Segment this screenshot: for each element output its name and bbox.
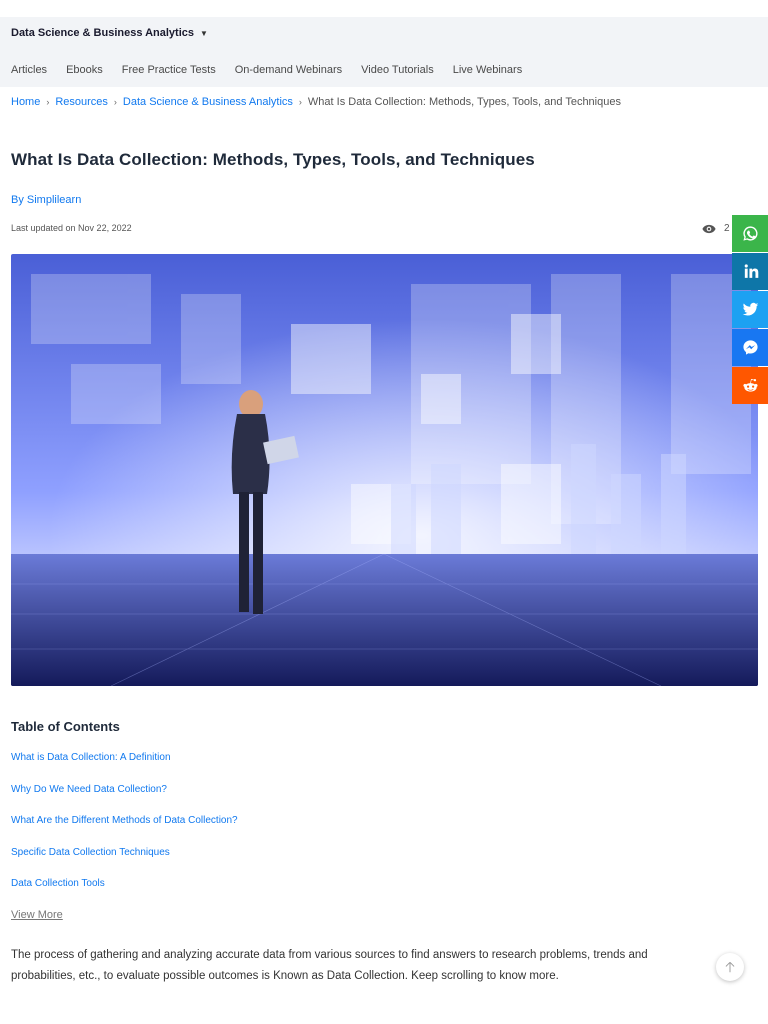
- last-updated: Last updated on Nov 22, 2022: [11, 223, 132, 233]
- breadcrumb-home[interactable]: Home: [11, 96, 40, 108]
- share-reddit-button[interactable]: [732, 367, 768, 404]
- chevron-right-icon: ›: [113, 97, 117, 107]
- share-bar: [732, 215, 768, 404]
- subnav-free-practice-tests[interactable]: Free Practice Tests: [122, 64, 216, 76]
- share-messenger-button[interactable]: [732, 329, 768, 366]
- category-bar: Data Science & Business Analytics ▼ Arti…: [0, 17, 768, 87]
- view-more-link[interactable]: View More: [11, 909, 63, 921]
- arrow-up-icon: [725, 962, 735, 973]
- breadcrumb-category[interactable]: Data Science & Business Analytics: [123, 96, 293, 108]
- view-count-value: 2: [724, 223, 730, 234]
- subnav-video-tutorials[interactable]: Video Tutorials: [361, 64, 434, 76]
- toc-list: What is Data Collection: A Definition Wh…: [11, 752, 238, 910]
- chevron-right-icon: ›: [298, 97, 302, 107]
- hero-image: [11, 254, 758, 686]
- breadcrumb-resources[interactable]: Resources: [55, 96, 108, 108]
- sub-navigation: Articles Ebooks Free Practice Tests On-d…: [11, 64, 541, 76]
- breadcrumb: Home › Resources › Data Science & Busine…: [11, 96, 621, 108]
- category-dropdown[interactable]: Data Science & Business Analytics ▼: [11, 27, 208, 39]
- eye-icon: [702, 224, 716, 233]
- subnav-on-demand-webinars[interactable]: On-demand Webinars: [235, 64, 342, 76]
- toc-item[interactable]: Data Collection Tools: [11, 878, 238, 910]
- page-title: What Is Data Collection: Methods, Types,…: [11, 150, 535, 169]
- whatsapp-icon: [742, 226, 758, 241]
- scroll-to-top-button[interactable]: [716, 953, 744, 981]
- intro-paragraph: The process of gathering and analyzing a…: [11, 949, 648, 982]
- toc-item[interactable]: Specific Data Collection Techniques: [11, 847, 238, 879]
- share-whatsapp-button[interactable]: [732, 215, 768, 252]
- messenger-icon: [742, 340, 758, 355]
- reddit-icon: [742, 379, 758, 392]
- toc-title: Table of Contents: [11, 719, 120, 734]
- share-twitter-button[interactable]: [732, 291, 768, 328]
- toc-item[interactable]: What Are the Different Methods of Data C…: [11, 815, 238, 847]
- author-link[interactable]: Simplilearn: [27, 194, 81, 206]
- share-linkedin-button[interactable]: [732, 253, 768, 290]
- caret-down-icon: ▼: [200, 28, 208, 38]
- subnav-ebooks[interactable]: Ebooks: [66, 64, 103, 76]
- byline-prefix: By: [11, 194, 24, 206]
- view-count: 2: [702, 223, 730, 234]
- toc-item[interactable]: Why Do We Need Data Collection?: [11, 784, 238, 816]
- toc-item[interactable]: What is Data Collection: A Definition: [11, 752, 238, 784]
- subnav-articles[interactable]: Articles: [11, 64, 47, 76]
- subnav-live-webinars[interactable]: Live Webinars: [453, 64, 523, 76]
- category-title: Data Science & Business Analytics: [11, 27, 195, 39]
- byline: By Simplilearn: [11, 194, 81, 206]
- chevron-right-icon: ›: [46, 97, 50, 107]
- breadcrumb-current: What Is Data Collection: Methods, Types,…: [307, 96, 621, 108]
- linkedin-icon: [744, 264, 758, 278]
- twitter-icon: [742, 302, 758, 316]
